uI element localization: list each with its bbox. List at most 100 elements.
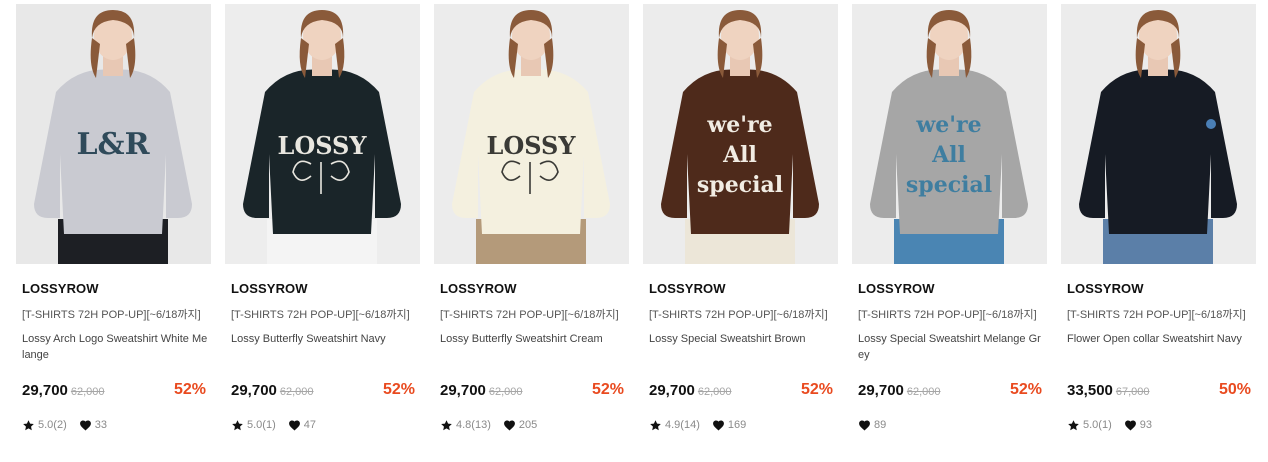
heart-icon[interactable] [288, 419, 301, 432]
original-price: 62,000 [279, 386, 314, 398]
product-brand[interactable]: LOSSYROW [440, 281, 517, 296]
product-image[interactable]: we're All special [852, 4, 1047, 264]
product-name[interactable]: Lossy Special Sweatshirt Melange Grey [858, 331, 1044, 363]
star-icon [22, 419, 35, 432]
likes[interactable]: 89 [858, 419, 886, 432]
product-stats: 89 [858, 417, 898, 433]
original-price: 67,000 [1115, 386, 1150, 398]
svg-text:All: All [722, 142, 757, 168]
product-promo: [T-SHIRTS 72H POP-UP][~6/18까지] [440, 309, 619, 321]
product-stats: 5.0(2) 33 [22, 417, 119, 433]
product-price: 29,700 62,000 [858, 382, 941, 399]
sale-price: 29,700 [440, 382, 486, 399]
likes[interactable]: 33 [79, 419, 107, 432]
product-promo: [T-SHIRTS 72H POP-UP][~6/18까지] [858, 309, 1037, 321]
likes-count: 169 [727, 419, 747, 431]
svg-text:we're: we're [706, 112, 772, 138]
product-price: 29,700 62,000 [231, 382, 314, 399]
product-name[interactable]: Flower Open collar Sweatshirt Navy [1067, 331, 1253, 347]
product-card[interactable]: LOSSYROW [T-SHIRTS 72H POP-UP][~6/18까지] … [1061, 4, 1256, 454]
product-card[interactable]: LOSSY LOSSYROW [T-SHIRTS 72H POP-UP][~6/… [434, 4, 629, 454]
sale-price: 29,700 [22, 382, 68, 399]
product-name[interactable]: Lossy Butterfly Sweatshirt Navy [231, 331, 417, 347]
discount-rate: 52% [1009, 381, 1042, 398]
product-image[interactable]: we're All special [643, 4, 838, 264]
product-brand[interactable]: LOSSYROW [649, 281, 726, 296]
likes[interactable]: 169 [712, 419, 746, 432]
rating-value: 5.0(1) [1083, 419, 1112, 431]
sale-price: 29,700 [649, 382, 695, 399]
rating: 5.0(2) [22, 419, 67, 432]
product-name[interactable]: Lossy Butterfly Sweatshirt Cream [440, 331, 626, 347]
rating-value: 5.0(1) [247, 419, 276, 431]
product-price: 29,700 62,000 [440, 382, 523, 399]
rating: 4.9(14) [649, 419, 700, 432]
rating: 5.0(1) [1067, 419, 1112, 432]
heart-icon[interactable] [503, 419, 516, 432]
svg-text:LOSSY: LOSSY [486, 131, 576, 160]
likes[interactable]: 93 [1124, 419, 1152, 432]
product-image[interactable] [1061, 4, 1256, 264]
product-stats: 5.0(1) 93 [1067, 417, 1164, 433]
discount-rate: 52% [591, 381, 624, 398]
original-price: 62,000 [906, 386, 941, 398]
product-name[interactable]: Lossy Special Sweatshirt Brown [649, 331, 835, 347]
sale-price: 33,500 [1067, 382, 1113, 399]
discount-rate: 52% [173, 381, 206, 398]
product-brand[interactable]: LOSSYROW [858, 281, 935, 296]
likes-count: 47 [303, 419, 316, 431]
product-brand[interactable]: LOSSYROW [1067, 281, 1144, 296]
sale-price: 29,700 [858, 382, 904, 399]
product-card[interactable]: L&R LOSSYROW [T-SHIRTS 72H POP-UP][~6/18… [16, 4, 211, 454]
svg-text:L&R: L&R [76, 127, 150, 162]
heart-icon[interactable] [1124, 419, 1137, 432]
product-grid: L&R LOSSYROW [T-SHIRTS 72H POP-UP][~6/18… [16, 4, 1260, 454]
product-brand[interactable]: LOSSYROW [22, 281, 99, 296]
rating-value: 4.8(13) [456, 419, 491, 431]
rating: 4.8(13) [440, 419, 491, 432]
product-photo: we're All special [643, 4, 838, 264]
product-photo: LOSSY [225, 4, 420, 264]
product-promo: [T-SHIRTS 72H POP-UP][~6/18까지] [22, 309, 201, 321]
product-photo: LOSSY [434, 4, 629, 264]
heart-icon[interactable] [712, 419, 725, 432]
star-icon [649, 419, 662, 432]
product-photo [1061, 4, 1256, 264]
original-price: 62,000 [697, 386, 732, 398]
product-brand[interactable]: LOSSYROW [231, 281, 308, 296]
discount-rate: 52% [800, 381, 833, 398]
product-stats: 4.8(13) 205 [440, 417, 549, 433]
heart-icon[interactable] [858, 419, 871, 432]
product-image[interactable]: LOSSY [225, 4, 420, 264]
svg-text:All: All [931, 142, 966, 168]
product-photo: we're All special [852, 4, 1047, 264]
discount-rate: 50% [1218, 381, 1251, 398]
svg-text:LOSSY: LOSSY [277, 131, 367, 160]
product-card[interactable]: we're All special LOSSYROW [T-SHIRTS 72H P… [852, 4, 1047, 454]
product-card[interactable]: LOSSY LOSSYROW [T-SHIRTS 72H POP-UP][~6/… [225, 4, 420, 454]
product-image[interactable]: LOSSY [434, 4, 629, 264]
product-stats: 5.0(1) 47 [231, 417, 328, 433]
product-card[interactable]: we're All special LOSSYROW [T-SHIRTS 72H P… [643, 4, 838, 454]
likes-count: 93 [1139, 419, 1152, 431]
discount-rate: 52% [382, 381, 415, 398]
product-promo: [T-SHIRTS 72H POP-UP][~6/18까지] [231, 309, 410, 321]
product-promo: [T-SHIRTS 72H POP-UP][~6/18까지] [1067, 309, 1246, 321]
likes[interactable]: 47 [288, 419, 316, 432]
likes-count: 33 [94, 419, 107, 431]
original-price: 62,000 [488, 386, 523, 398]
heart-icon[interactable] [79, 419, 92, 432]
likes-count: 89 [874, 419, 887, 431]
likes[interactable]: 205 [503, 419, 537, 432]
product-stats: 4.9(14) 169 [649, 417, 758, 433]
rating: 5.0(1) [231, 419, 276, 432]
likes-count: 205 [518, 419, 538, 431]
original-price: 62,000 [70, 386, 105, 398]
product-photo: L&R [16, 4, 211, 264]
svg-text:we're: we're [915, 112, 981, 138]
sale-price: 29,700 [231, 382, 277, 399]
product-name[interactable]: Lossy Arch Logo Sweatshirt White Melange [22, 331, 208, 363]
product-image[interactable]: L&R [16, 4, 211, 264]
star-icon [231, 419, 244, 432]
product-price: 29,700 62,000 [649, 382, 732, 399]
